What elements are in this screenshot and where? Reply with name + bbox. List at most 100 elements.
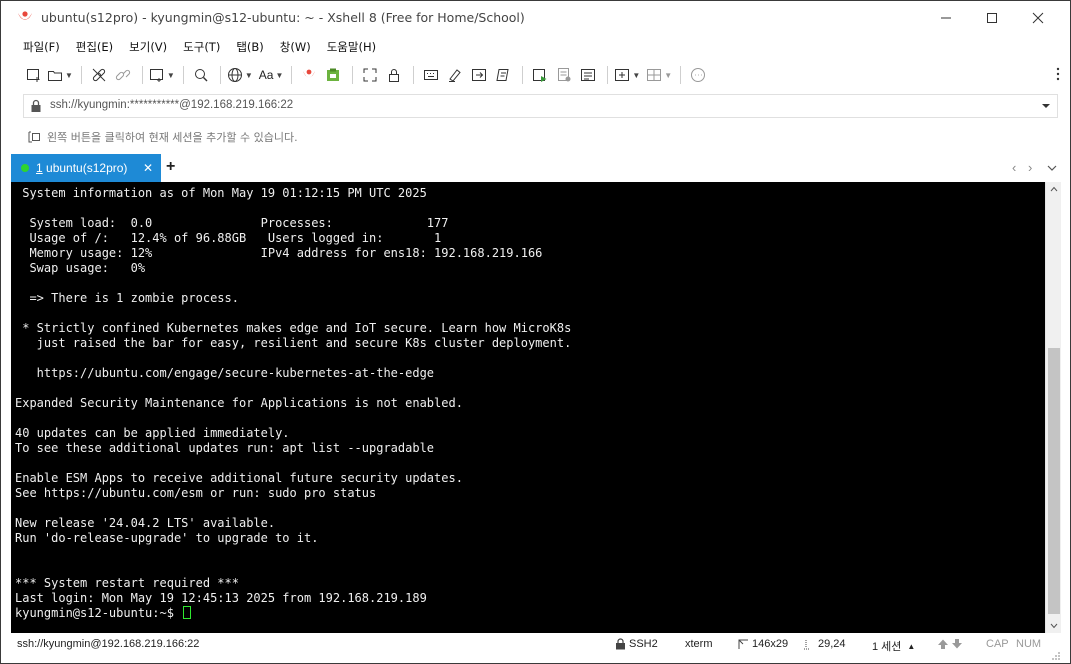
toolbar-divider [80, 66, 82, 84]
chat-button[interactable] [687, 64, 709, 86]
terminal-scrollbar[interactable] [1045, 182, 1061, 633]
toolbar-divider [413, 66, 415, 84]
status-bar: ssh://kyungmin@192.168.219.166:22 SSH2 x… [1, 634, 1070, 663]
log-button[interactable] [553, 64, 575, 86]
lock-icon [31, 99, 41, 112]
menu-edit[interactable]: 편집(E) [68, 35, 121, 59]
xshell-window: ubuntu(s12pro) - kyungmin@s12-ubuntu: ~ … [0, 0, 1071, 664]
terminal-line: Expanded Security Maintenance for Applic… [15, 396, 463, 410]
close-button[interactable] [1015, 5, 1061, 31]
fullscreen-button[interactable] [359, 64, 381, 86]
terminal-line: 40 updates can be applied immediately. [15, 426, 290, 440]
xshell-logo-icon [18, 11, 32, 20]
encoding-button[interactable]: ▼ [227, 64, 253, 86]
layout-icon [647, 69, 662, 81]
tab-bar: 1 ubuntu(s12pro) ✕ + ‹ › [1, 154, 1070, 182]
find-button[interactable] [190, 64, 212, 86]
scrollbar-thumb[interactable] [1048, 348, 1060, 614]
cursor-position-icon [804, 639, 810, 649]
scroll-up-icon[interactable] [1050, 186, 1058, 192]
terminal-line: => There is 1 zombie process. [15, 291, 239, 305]
minimize-button[interactable] [923, 5, 969, 31]
status-sessions[interactable]: 1 세션 ▲ [872, 638, 915, 654]
lock-icon [616, 638, 625, 650]
toolbar-divider [352, 66, 354, 84]
new-session-button[interactable] [23, 64, 45, 86]
compose-button[interactable] [577, 64, 599, 86]
window-title: ubuntu(s12pro) - kyungmin@s12-ubuntu: ~ … [41, 10, 525, 25]
add-session-icon[interactable] [27, 130, 41, 144]
script-button[interactable] [492, 64, 514, 86]
toolbar-divider [219, 66, 221, 84]
highlight-icon [449, 69, 462, 82]
maximize-button[interactable] [969, 5, 1015, 31]
status-caps-lock: CAP [986, 638, 1009, 650]
chevron-down-icon: ▼ [166, 70, 175, 80]
menu-tab[interactable]: 탭(B) [228, 35, 271, 59]
menu-help[interactable]: 도움말(H) [319, 35, 384, 59]
keyboard-icon [424, 70, 439, 80]
status-protocol-label: SSH2 [629, 638, 658, 650]
address-bar[interactable]: ssh://kyungmin:***********@192.168.219.1… [23, 94, 1058, 118]
terminal-cursor [183, 606, 192, 619]
globe-icon [227, 68, 242, 82]
xshell-button[interactable] [298, 64, 320, 86]
more-options-icon[interactable] [1056, 67, 1060, 81]
menu-view[interactable]: 보기(V) [121, 35, 175, 59]
add-tab-button[interactable]: + [166, 158, 175, 176]
terminal-line: *** System restart required *** [15, 576, 239, 590]
lock-button[interactable] [383, 64, 405, 86]
status-sessions-label: 1 세션 [872, 641, 902, 653]
run-icon [533, 69, 547, 82]
new-session-icon [27, 69, 40, 82]
address-input[interactable]: ssh://kyungmin:***********@192.168.219.1… [50, 99, 293, 111]
chevron-down-icon: ▼ [244, 70, 253, 80]
tab-list-chevron-icon[interactable] [1047, 165, 1057, 171]
disconnect-button[interactable] [112, 64, 134, 86]
send-button[interactable] [468, 64, 490, 86]
status-num-lock: NUM [1016, 638, 1042, 650]
chevron-up-icon: ▲ [907, 641, 916, 651]
chevron-down-icon: ▼ [275, 70, 284, 80]
resize-grip-icon[interactable] [1052, 651, 1061, 660]
scroll-down-icon[interactable] [1050, 623, 1058, 629]
compose-icon [581, 69, 596, 81]
toolbar-divider [141, 66, 143, 84]
chevron-down-icon[interactable] [1041, 103, 1051, 109]
menu-file[interactable]: 파일(F) [15, 35, 68, 59]
minimize-icon [941, 17, 951, 19]
toolbar-divider [291, 66, 293, 84]
connect-icon [92, 68, 106, 82]
reconnect-button[interactable] [88, 64, 110, 86]
tab-close-icon[interactable]: ✕ [143, 161, 153, 175]
new-tab-button[interactable]: ▼ [614, 64, 640, 86]
highlight-button[interactable] [444, 64, 466, 86]
tab-ubuntu-session[interactable]: 1 ubuntu(s12pro) ✕ [11, 154, 161, 182]
status-terminal-type: xterm [685, 638, 713, 650]
status-nav-arrows[interactable] [937, 638, 968, 650]
tab-next-icon[interactable]: › [1028, 160, 1032, 175]
chat-icon [691, 68, 706, 82]
connection-status-icon [21, 164, 29, 172]
menu-tools[interactable]: 도구(T) [175, 35, 228, 59]
status-connection: ssh://kyungmin@192.168.219.166:22 [17, 638, 200, 650]
terminal-output[interactable]: System information as of Mon May 19 01:1… [11, 182, 1045, 633]
run-button[interactable] [529, 64, 551, 86]
new-window-icon [149, 69, 163, 82]
keyboard-button[interactable] [420, 64, 442, 86]
session-hint-bar: 왼쪽 버튼을 클릭하여 현재 세션을 추가할 수 있습니다. [23, 125, 298, 149]
send-icon [472, 69, 487, 81]
toolbar-divider [607, 66, 609, 84]
new-window-button[interactable]: ▼ [149, 64, 175, 86]
menu-window[interactable]: 창(W) [272, 35, 319, 59]
chevron-down-icon: ▼ [632, 70, 641, 80]
layout-button[interactable]: ▼ [646, 64, 672, 86]
hint-text: 왼쪽 버튼을 클릭하여 현재 세션을 추가할 수 있습니다. [47, 131, 298, 144]
open-session-button[interactable]: ▼ [47, 64, 73, 86]
xftp-button[interactable] [322, 64, 344, 86]
chevron-down-icon: ▼ [65, 70, 73, 80]
font-button[interactable]: Aa ▼ [259, 64, 284, 86]
tab-prev-icon[interactable]: ‹ [1012, 160, 1016, 175]
terminal-line: just raised the bar for easy, resilient … [15, 336, 572, 350]
terminal-line: Memory usage: 12% IPv4 address for ens18… [15, 246, 543, 260]
